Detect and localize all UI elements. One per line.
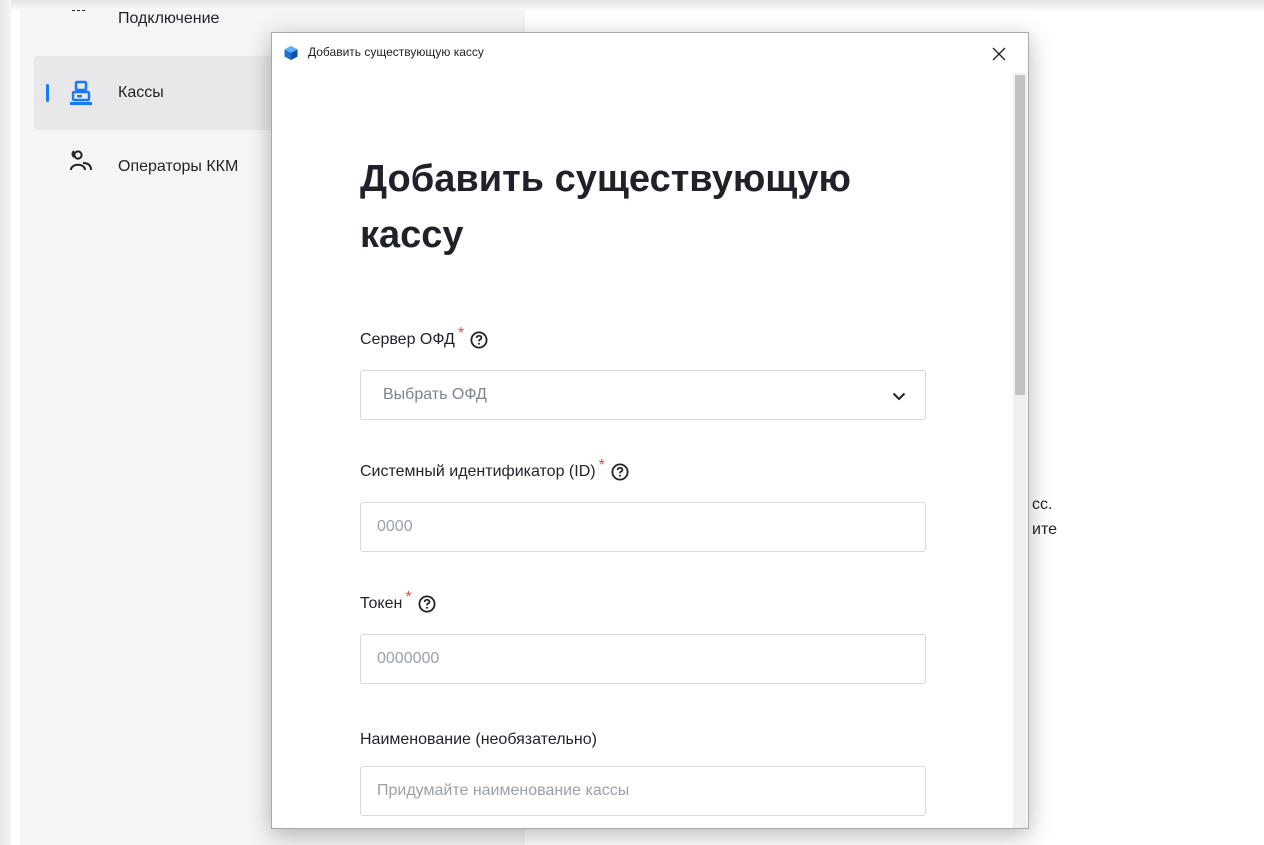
token-input[interactable] <box>360 634 926 684</box>
background-text: сс. <box>1032 496 1053 513</box>
field-label-text: Сервер ОФД <box>360 331 455 348</box>
close-icon <box>992 47 1006 61</box>
add-existing-kassa-dialog: Добавить существующую кассу Добавить сущ… <box>271 32 1029 829</box>
dialog-titlebar[interactable]: Добавить существующую кассу <box>272 33 1028 73</box>
sidebar-item-label: Кассы <box>118 84 164 101</box>
field-label-text: Системный идентификатор (ID) <box>360 463 596 480</box>
name-input[interactable] <box>360 766 926 816</box>
ofd-server-label: Сервер ОФД * <box>360 325 488 349</box>
ofd-server-select[interactable]: Выбрать ОФД <box>360 370 926 420</box>
app-cube-icon <box>283 45 299 61</box>
help-icon[interactable] <box>418 595 436 613</box>
system-id-input[interactable] <box>360 502 926 552</box>
help-icon[interactable] <box>611 463 629 481</box>
window-title: Добавить существующую кассу <box>308 45 484 59</box>
required-marker: * <box>598 457 605 474</box>
dialog-heading: Добавить существующую кассу <box>360 158 851 256</box>
cash-register-icon <box>68 80 94 106</box>
active-indicator <box>46 84 49 102</box>
field-label-text: Токен <box>360 595 403 612</box>
name-label: Наименование (необязательно) <box>360 731 597 749</box>
scrollbar-thumb[interactable] <box>1015 75 1025 395</box>
help-icon[interactable] <box>470 331 488 349</box>
sidebar-item-label: Операторы ККМ <box>118 158 239 175</box>
sidebar-item-label: Подключение <box>118 10 220 27</box>
required-marker: * <box>405 589 412 606</box>
background-text: ите <box>1032 521 1057 538</box>
system-id-label: Системный идентификатор (ID) * <box>360 457 629 481</box>
chevron-down-icon <box>891 388 907 404</box>
select-value: Выбрать ОФД <box>383 386 487 403</box>
close-button[interactable] <box>984 41 1014 67</box>
frame-top-edge <box>0 0 1264 10</box>
token-label: Токен * <box>360 589 436 613</box>
required-marker: * <box>457 325 465 342</box>
users-icon <box>68 148 94 174</box>
frame-left-edge <box>0 0 11 845</box>
field-label-text: Наименование (необязательно) <box>360 731 597 748</box>
scrollbar[interactable] <box>1013 73 1027 828</box>
